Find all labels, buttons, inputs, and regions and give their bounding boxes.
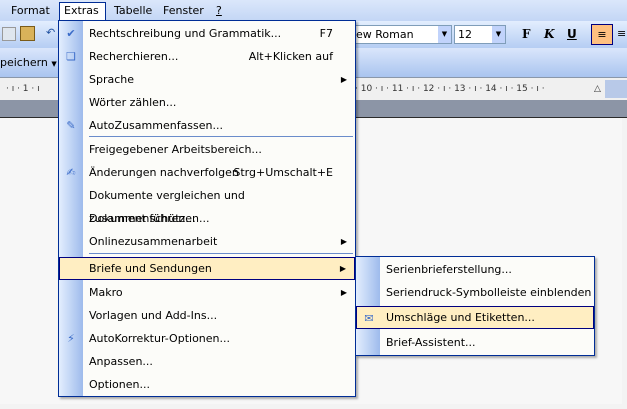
submenu-arrow-icon: ▶: [340, 75, 347, 84]
menu-item[interactable]: Sprache ▶: [59, 68, 355, 91]
menu-item-label: Seriendruck-Symbolleiste einblenden: [386, 286, 592, 299]
spellcheck-icon: ✔: [66, 27, 76, 40]
menu-item-label: Änderungen nachverfolgen: [89, 166, 239, 179]
shortcut-label: Alt+Klicken auf: [248, 50, 333, 63]
menu-item-label: Sprache: [89, 73, 135, 86]
save-button[interactable]: peichern ▼: [0, 56, 57, 69]
menu-item-label: Freigegebener Arbeitsbereich...: [89, 143, 262, 156]
ruler-ticks-right: · 10 · ı · 11 · ı · 12 · ı · 13 · ı · 14…: [355, 84, 545, 94]
menu-item[interactable]: Onlinezusammenarbeit ▶: [59, 230, 355, 253]
align-left-button[interactable]: ≡: [591, 24, 613, 45]
bold-button[interactable]: F: [522, 27, 531, 41]
extras-menu: ✔ Rechtschreibung und Grammatik... F7 ❏ Rech…: [58, 20, 356, 397]
menu-extras[interactable]: Extras: [59, 2, 106, 21]
menu-item-label: Brief-Assistent...: [386, 336, 476, 349]
chevron-down-icon[interactable]: ▼: [492, 26, 505, 43]
menu-item-label: Rechtschreibung und Grammatik...: [89, 27, 282, 40]
menu-item[interactable]: Serienbrieferstellung...: [356, 258, 594, 281]
submenu-arrow-icon: ▶: [340, 237, 347, 246]
autocorrect-icon: ⚡: [67, 332, 75, 345]
menu-item[interactable]: Anpassen...: [59, 350, 355, 373]
shortcut-label: F7: [319, 27, 333, 40]
menu-item[interactable]: ❏ Recherchieren... Alt+Klicken auf: [59, 45, 355, 68]
font-size-value: 12: [458, 28, 472, 41]
submenu-arrow-icon: ▶: [339, 264, 346, 273]
menu-item[interactable]: Wörter zählen...: [59, 91, 355, 114]
underline-button[interactable]: U: [567, 27, 577, 41]
undo-icon[interactable]: ↶: [46, 26, 55, 39]
menu-item[interactable]: ⚡ AutoKorrektur-Optionen...: [59, 327, 355, 350]
font-size-select[interactable]: 12 ▼: [454, 25, 506, 44]
menu-item[interactable]: ✎ AutoZusammenfassen...: [59, 114, 355, 137]
chevron-down-icon[interactable]: ▼: [438, 26, 451, 43]
menu-item-label: Briefe und Sendungen: [89, 262, 212, 275]
menu-item[interactable]: Optionen...: [59, 373, 355, 396]
menu-item[interactable]: Seriendruck-Symbolleiste einblenden: [356, 281, 594, 304]
align-center-icon[interactable]: ≡: [617, 27, 626, 40]
menu-tabelle[interactable]: Tabelle: [110, 3, 156, 20]
ruler-ticks-left: · ı · 1 · ı: [6, 84, 40, 94]
menu-item[interactable]: Brief-Assistent...: [356, 331, 594, 354]
menu-item[interactable]: Briefe und Sendungen ▶: [59, 257, 355, 280]
menu-item-label: AutoKorrektur-Optionen...: [89, 332, 231, 345]
shortcut-label: Strg+Umschalt+E: [233, 166, 333, 179]
menu-item-label: Serienbrieferstellung...: [386, 263, 512, 276]
menu-fenster[interactable]: Fenster: [159, 3, 208, 20]
menu-item-label: Wörter zählen...: [89, 96, 177, 109]
track-changes-icon: ✍: [66, 166, 76, 179]
menu-item[interactable]: Freigegebener Arbeitsbereich...: [59, 138, 355, 161]
menu-item-label: Vorlagen und Add-Ins...: [89, 309, 218, 322]
menu-item-label: Recherchieren...: [89, 50, 179, 63]
menu-item-label: Onlinezusammenarbeit: [89, 235, 218, 248]
submenu-arrow-icon: ▶: [340, 288, 347, 297]
menu-separator: [89, 253, 353, 254]
menu-item[interactable]: ✔ Rechtschreibung und Grammatik... F7: [59, 22, 355, 45]
copy-icon[interactable]: [2, 27, 16, 41]
menu-item[interactable]: Dokument schützen...: [59, 207, 355, 230]
envelope-icon: ✉: [364, 312, 374, 325]
menu-item-label: Anpassen...: [89, 355, 153, 368]
menu-item[interactable]: ✍ Änderungen nachverfolgen Strg+Umschalt+E: [59, 161, 355, 184]
chevron-down-icon: ▼: [51, 60, 57, 68]
menu-item-label: Dokument schützen...: [89, 212, 210, 225]
autosummarize-icon: ✎: [66, 119, 76, 132]
menu-item-label: Umschläge und Etiketten...: [386, 311, 535, 324]
ruler-margin: [605, 80, 627, 98]
research-icon: ❏: [66, 50, 76, 63]
right-indent-marker-icon[interactable]: △: [594, 78, 601, 100]
menu-separator: [89, 136, 353, 137]
menu-format[interactable]: Format: [7, 3, 54, 20]
menu-item-label: Makro: [89, 286, 123, 299]
paste-icon[interactable]: [20, 26, 35, 41]
menu-item-label: Optionen...: [89, 378, 150, 391]
menu-item-label: AutoZusammenfassen...: [89, 119, 223, 132]
menu-item[interactable]: Vorlagen und Add-Ins...: [59, 304, 355, 327]
menu-item[interactable]: Dokumente vergleichen und zusammenführen…: [59, 184, 355, 225]
save-label: peichern: [0, 56, 48, 69]
menu-help[interactable]: ?: [212, 3, 226, 20]
menu-item[interactable]: Makro ▶: [59, 281, 355, 304]
font-name-value: ew Roman: [356, 28, 414, 41]
menu-bar: Format Extras Tabelle Fenster ?: [0, 0, 627, 21]
italic-button[interactable]: K: [544, 27, 554, 41]
briefe-submenu: Serienbrieferstellung... Seriendruck-Symb…: [355, 256, 595, 356]
menu-item[interactable]: ✉ Umschläge und Etiketten...: [356, 306, 594, 329]
font-name-select[interactable]: ew Roman ▼: [352, 25, 452, 44]
